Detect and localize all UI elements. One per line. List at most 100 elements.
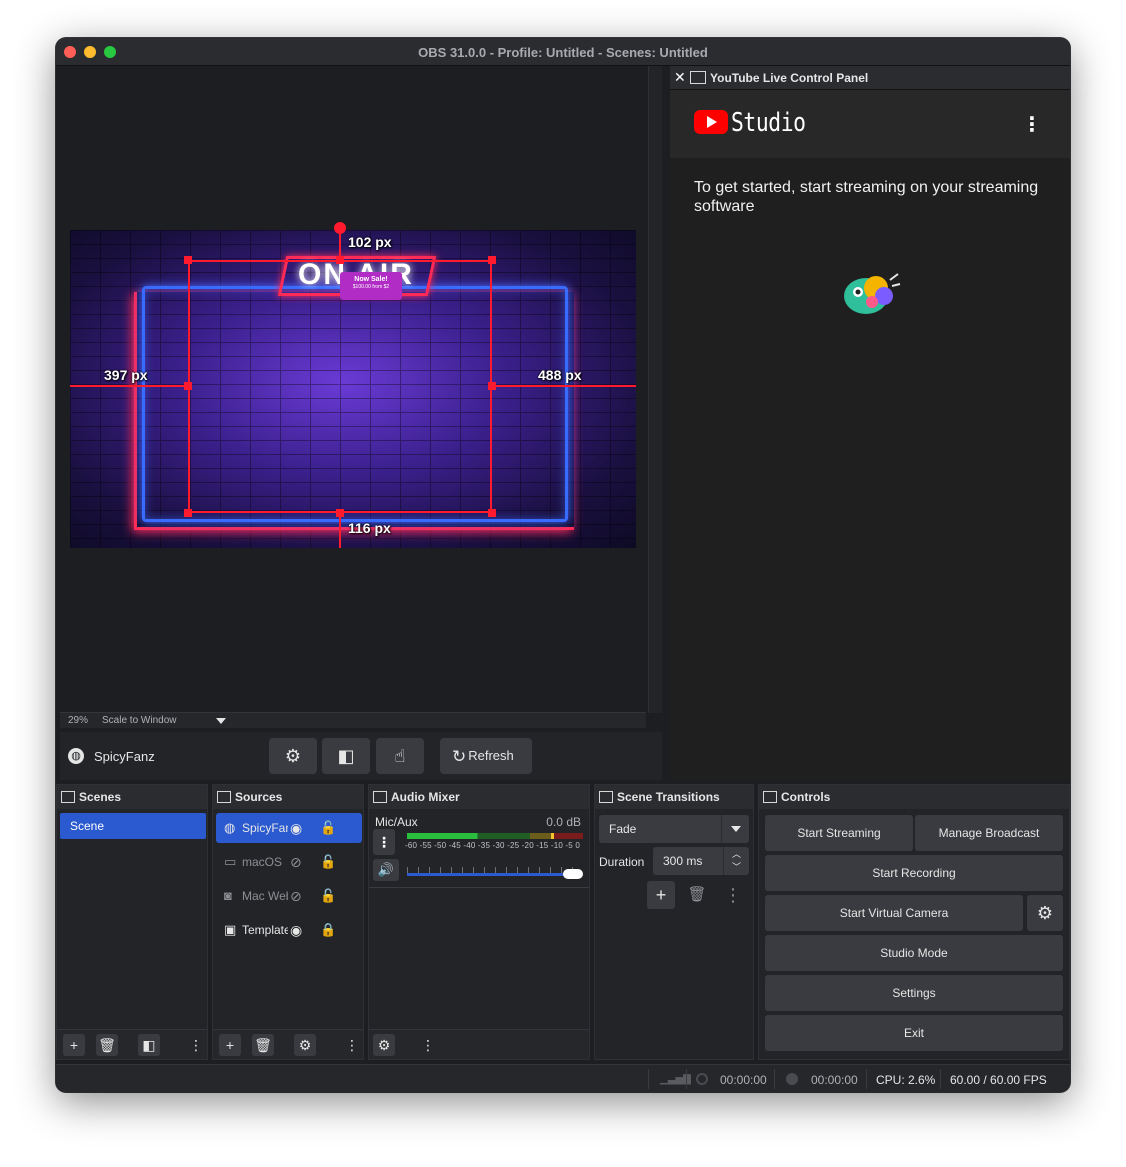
settings-button[interactable]: Settings	[765, 975, 1063, 1011]
rotation-handle[interactable]	[334, 222, 346, 234]
visibility-icon[interactable]: ◉	[290, 813, 302, 843]
visibility-off-icon[interactable]: ⊘	[290, 881, 302, 911]
dock-float-icon[interactable]	[763, 791, 777, 803]
sources-dock: Sources ◍ SpicyFanz ◉ 🔓 ▭ macOS ⊘ 🔓 ◙ Ma…	[212, 784, 364, 1060]
lock-icon[interactable]: 🔒	[320, 915, 336, 945]
mixer-more-button[interactable]: ⋮	[417, 1034, 439, 1056]
guide-right	[492, 385, 636, 387]
youtube-control-panel: ✕ YouTube Live Control Panel Studio ⋮ To…	[670, 66, 1070, 780]
source-properties-button[interactable]: ⚙	[294, 1034, 316, 1056]
guide-label-right: 488 px	[538, 367, 582, 383]
youtube-start-message: To get started, start streaming on your …	[694, 179, 1039, 215]
cpu-usage: CPU: 2.6%	[876, 1073, 936, 1087]
source-toolbar: ◍ SpicyFanz ⚙ ◧ ☝ ↻ Refresh	[60, 732, 662, 780]
add-transition-button[interactable]: +	[647, 881, 675, 909]
duration-input[interactable]: 300 ms ︿ ﹀	[653, 847, 749, 875]
mixer-channel-menu-button[interactable]: ⋮	[373, 829, 395, 855]
lock-icon[interactable]: 🔓	[320, 881, 336, 911]
monitor-icon: ▭	[224, 854, 237, 869]
start-virtual-camera-button[interactable]: Start Virtual Camera	[765, 895, 1023, 931]
resize-handle-bl[interactable]	[184, 509, 192, 517]
chevron-down-icon[interactable]	[721, 815, 749, 843]
manage-broadcast-button[interactable]: Manage Broadcast	[915, 815, 1063, 851]
add-source-button[interactable]: +	[219, 1034, 241, 1056]
scenes-dock-toolbar: + 🗑 ◧ ⋮	[57, 1029, 207, 1059]
mixer-channel-name: Mic/Aux	[375, 815, 418, 829]
title-bar: OBS 31.0.0 - Profile: Untitled - Scenes:…	[56, 38, 1070, 66]
source-row-macos[interactable]: ▭ macOS ⊘ 🔓	[216, 847, 362, 877]
visibility-off-icon[interactable]: ⊘	[290, 847, 302, 877]
source-name: SpicyFanz	[242, 821, 288, 835]
resize-handle-t[interactable]	[336, 256, 344, 264]
stream-status-icon	[696, 1073, 708, 1085]
advanced-audio-gear-icon[interactable]: ⚙	[373, 1034, 395, 1056]
youtube-studio-wordmark: Studio	[731, 108, 806, 138]
dock-float-icon[interactable]	[61, 791, 75, 803]
source-name: Mac Webcam	[242, 889, 288, 903]
preview-vertical-scrollbar[interactable]	[648, 66, 662, 713]
start-streaming-button[interactable]: Start Streaming	[765, 815, 913, 851]
chevron-down-icon[interactable]	[216, 718, 226, 724]
visibility-icon[interactable]: ◉	[290, 915, 302, 945]
image-icon: ▣	[224, 922, 237, 937]
guide-label-bottom: 116 px	[348, 520, 391, 536]
sources-dock-title: Sources	[213, 785, 363, 809]
virtual-camera-gear-icon[interactable]: ⚙	[1027, 895, 1063, 931]
source-interact-button[interactable]: ☝	[376, 738, 424, 774]
scene-item[interactable]: Scene	[60, 813, 206, 839]
remove-source-button[interactable]: 🗑	[252, 1034, 274, 1056]
guide-left	[70, 385, 188, 387]
status-divider	[648, 1069, 649, 1089]
selected-source-name: SpicyFanz	[94, 749, 155, 764]
preview-area[interactable]: ON AIR Now Sale! $100.00 from $2 102 px …	[56, 66, 662, 728]
source-properties-button[interactable]: ⚙	[269, 738, 317, 774]
resize-handle-r[interactable]	[488, 382, 496, 390]
dock-float-icon[interactable]	[217, 791, 231, 803]
transition-select[interactable]: Fade	[599, 815, 749, 843]
remove-scene-button[interactable]: 🗑	[96, 1034, 118, 1056]
status-bar: ▁▃▅▇ 00:00:00 00:00:00 CPU: 2.6% 60.00 /…	[56, 1064, 1070, 1092]
studio-mode-button[interactable]: Studio Mode	[765, 935, 1063, 971]
mixer-channel-level: 0.0 dB	[546, 815, 581, 829]
exit-button[interactable]: Exit	[765, 1015, 1063, 1051]
record-time: 00:00:00	[811, 1073, 858, 1087]
more-options-icon[interactable]: ⋮	[1022, 112, 1042, 137]
resize-handle-l[interactable]	[184, 382, 192, 390]
status-divider	[940, 1069, 941, 1089]
status-divider	[866, 1069, 867, 1089]
source-row-mac-webcam[interactable]: ◙ Mac Webcam ⊘ 🔓	[216, 881, 362, 911]
source-row-spicyfanz[interactable]: ◍ SpicyFanz ◉ 🔓	[216, 813, 362, 843]
stream-time: 00:00:00	[720, 1073, 767, 1087]
resize-handle-tl[interactable]	[184, 256, 192, 264]
resize-handle-b[interactable]	[336, 509, 344, 517]
duration-stepper[interactable]: ︿ ﹀	[723, 847, 749, 875]
scenes-dock: Scenes Scene + 🗑 ◧ ⋮	[56, 784, 208, 1060]
source-filters-button[interactable]: ◧	[322, 738, 370, 774]
record-status-icon	[786, 1073, 798, 1085]
controls-dock-title: Controls	[759, 785, 1069, 809]
preview-canvas[interactable]: ON AIR Now Sale! $100.00 from $2 102 px …	[70, 230, 636, 548]
dock-float-icon[interactable]	[599, 791, 613, 803]
remove-transition-button[interactable]: 🗑	[683, 881, 711, 909]
dock-float-icon[interactable]	[690, 71, 706, 84]
scene-filters-button[interactable]: ◧	[138, 1034, 160, 1056]
lock-icon[interactable]: 🔓	[320, 847, 336, 877]
volume-slider-handle[interactable]	[563, 869, 583, 879]
lock-icon[interactable]: 🔓	[320, 813, 336, 843]
selection-box[interactable]	[188, 260, 492, 513]
source-more-button[interactable]: ⋮	[341, 1034, 363, 1056]
youtube-header: Studio ⋮	[670, 90, 1070, 158]
source-row-template[interactable]: ▣ Template ◉ 🔒	[216, 915, 362, 945]
add-scene-button[interactable]: +	[63, 1034, 85, 1056]
speaker-icon[interactable]: 🔊	[373, 859, 399, 881]
volume-slider[interactable]	[407, 873, 573, 876]
close-icon[interactable]: ✕	[674, 69, 686, 86]
dock-float-icon[interactable]	[373, 791, 387, 803]
resize-handle-br[interactable]	[488, 509, 496, 517]
scene-more-button[interactable]: ⋮	[185, 1034, 207, 1056]
resize-handle-tr[interactable]	[488, 256, 496, 264]
scale-mode-select[interactable]: Scale to Window	[102, 715, 176, 726]
transition-more-button[interactable]: ⋮	[719, 881, 747, 909]
start-recording-button[interactable]: Start Recording	[765, 855, 1063, 891]
refresh-button[interactable]: ↻ Refresh	[440, 738, 532, 774]
